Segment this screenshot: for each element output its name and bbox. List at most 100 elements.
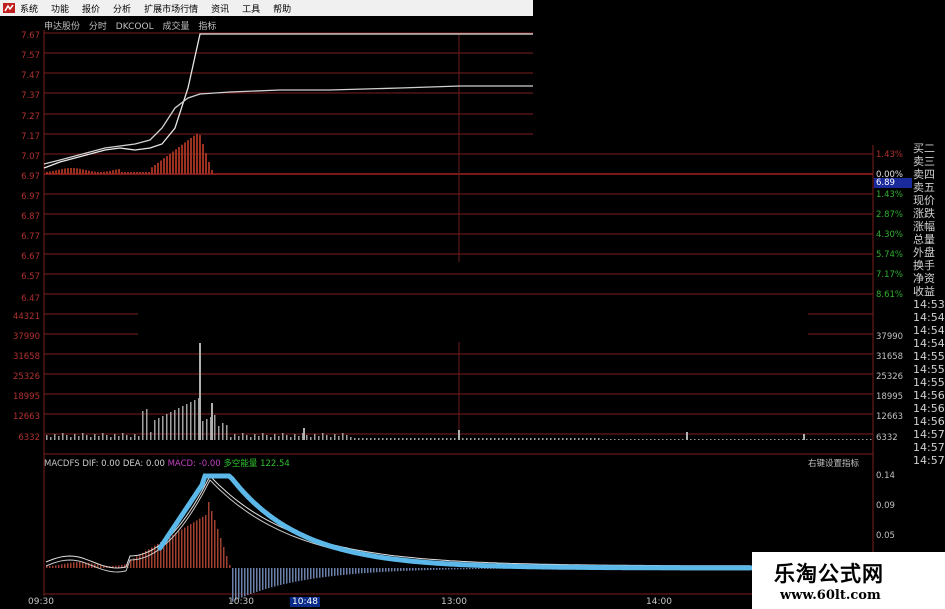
volume-bar xyxy=(858,439,860,440)
volume-bar xyxy=(602,439,604,440)
macd-histogram-bar xyxy=(448,568,450,570)
volume-bar xyxy=(786,439,788,440)
quote-panel-item: 涨幅 xyxy=(913,220,935,233)
watermark-url: www.60lt.com xyxy=(780,588,881,603)
quote-panel-item: 卖三 xyxy=(913,155,935,168)
volume-bar xyxy=(190,402,192,440)
volume-bar xyxy=(170,412,172,440)
volume-bar xyxy=(866,439,868,440)
pct-axis-label: 7.17% xyxy=(876,270,903,280)
volume-axis-label: 12663 xyxy=(13,412,40,422)
quote-panel-item: 14:54 xyxy=(913,337,945,350)
price-volume-bar xyxy=(202,144,204,174)
macd-histogram-bar xyxy=(82,562,84,568)
volume-axis-label: 6332 xyxy=(18,433,40,443)
price-volume-bar xyxy=(58,169,60,174)
pct-axis-label: 5.74% xyxy=(876,250,903,260)
macd-histogram-bar xyxy=(217,529,219,568)
volume-bar xyxy=(310,437,312,440)
price-volume-bar xyxy=(142,172,144,174)
volume-bar xyxy=(330,437,332,440)
price-volume-bar xyxy=(166,156,168,174)
volume-bar xyxy=(254,434,256,440)
volume-bar xyxy=(754,439,756,440)
macd-histogram-bar xyxy=(295,568,297,582)
volume-bar xyxy=(770,439,772,440)
volume-bar xyxy=(594,438,596,440)
pct-axis-label: 2.87% xyxy=(876,210,903,220)
volume-bar xyxy=(750,439,752,440)
quote-panel-item: 卖四 xyxy=(913,168,935,181)
volume-bar xyxy=(70,437,72,440)
volume-bar xyxy=(714,439,716,440)
volume-bar xyxy=(174,410,176,440)
time-label: 13:00 xyxy=(441,597,467,607)
macd-histogram-bar xyxy=(55,565,57,568)
quote-panel-item: 14:57 xyxy=(913,428,945,441)
volume-spike-bar xyxy=(803,434,805,440)
pct-axis-label: 1.43% xyxy=(876,190,903,200)
macd-histogram-bar xyxy=(340,568,342,576)
macd-settings-link[interactable]: 右键设置指标 xyxy=(808,457,859,469)
intraday-chart[interactable]: 7.67 7.57 7.47 7.37 7.27 7.17 7.07 6.97 6.97 6.87… xyxy=(0,0,945,609)
volume-bar xyxy=(826,439,828,440)
macd-histogram-bar xyxy=(319,568,321,578)
volume-bar xyxy=(670,439,672,440)
volume-bar xyxy=(342,433,344,440)
macd-histogram-bar xyxy=(343,568,345,575)
macd-histogram-bar xyxy=(250,568,252,595)
volume-bar xyxy=(270,437,272,440)
volume-bar xyxy=(818,439,820,440)
price-volume-bar xyxy=(130,172,132,174)
volume-bar xyxy=(146,409,148,440)
volume-bar xyxy=(166,414,168,440)
price-volume-bar xyxy=(121,172,123,174)
price-volume-bar xyxy=(139,172,141,174)
volume-bar xyxy=(282,433,284,440)
macd-axis-label: 0.09 xyxy=(876,501,895,511)
price-volume-bar xyxy=(100,171,102,174)
volume-bar xyxy=(454,438,456,440)
time-label: 09:30 xyxy=(28,597,54,607)
price-volume-bar xyxy=(151,167,153,174)
volume-bar xyxy=(46,435,48,440)
volume-bar xyxy=(646,439,648,440)
price-volume-bar xyxy=(82,169,84,174)
volume-bar xyxy=(186,404,188,440)
macd-histogram-bar xyxy=(328,568,330,577)
price-volume-bar xyxy=(115,169,117,174)
price-axis-label: 6.47 xyxy=(21,294,40,304)
volume-bar xyxy=(586,438,588,440)
price-volume-bar xyxy=(91,171,93,174)
quote-panel-item: 14:56 xyxy=(913,402,945,415)
volume-bar xyxy=(642,439,644,440)
macd-histogram-bar xyxy=(355,568,357,574)
watermark: 乐淘公式网 www.60lt.com xyxy=(752,552,945,609)
volume-bar xyxy=(90,437,92,440)
volume-bar xyxy=(830,439,832,440)
macd-histogram-bar xyxy=(310,568,312,580)
macd-histogram-bar xyxy=(130,560,132,568)
price-lines xyxy=(43,33,533,169)
volume-axis-label: 18995 xyxy=(13,392,40,402)
volume-bar xyxy=(438,438,440,440)
macd-histogram-bar xyxy=(442,568,444,570)
volume-bar xyxy=(694,439,696,440)
volume-bar xyxy=(402,438,404,440)
volume-bar xyxy=(570,438,572,440)
quote-panel-item: 14:55 xyxy=(913,350,945,363)
volume-bar xyxy=(614,439,616,440)
volume-bar xyxy=(230,437,232,440)
volume-bar xyxy=(870,439,872,440)
macd-histogram-bar xyxy=(337,568,339,576)
macd-histogram-bar xyxy=(436,568,438,570)
volume-bar xyxy=(322,433,324,440)
price-volume-bar xyxy=(88,170,90,174)
right-axis-labels: 1.43%0.00%1.43%2.87%4.30%5.74%7.17%8.61%… xyxy=(876,150,903,541)
macd-histogram-bar xyxy=(241,568,243,598)
volume-bar xyxy=(326,435,328,440)
volume-spike-bar xyxy=(303,428,305,440)
price-volume-bar xyxy=(49,171,51,174)
volume-bar xyxy=(126,435,128,440)
volume-bar xyxy=(550,438,552,440)
